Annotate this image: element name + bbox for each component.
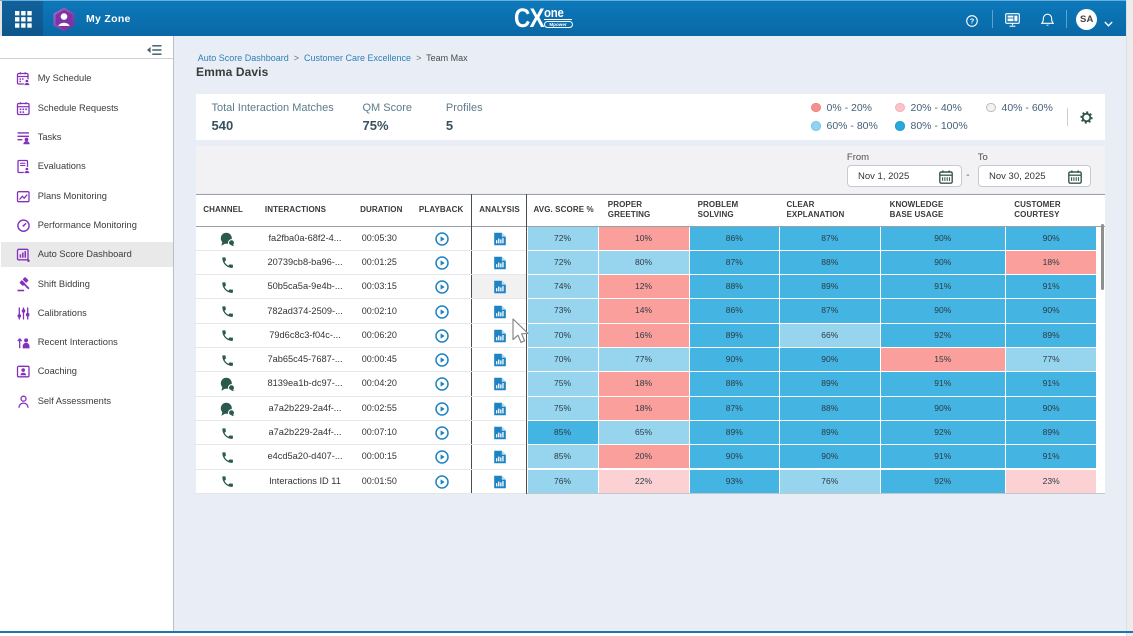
svg-text:?: ? [970,16,975,25]
